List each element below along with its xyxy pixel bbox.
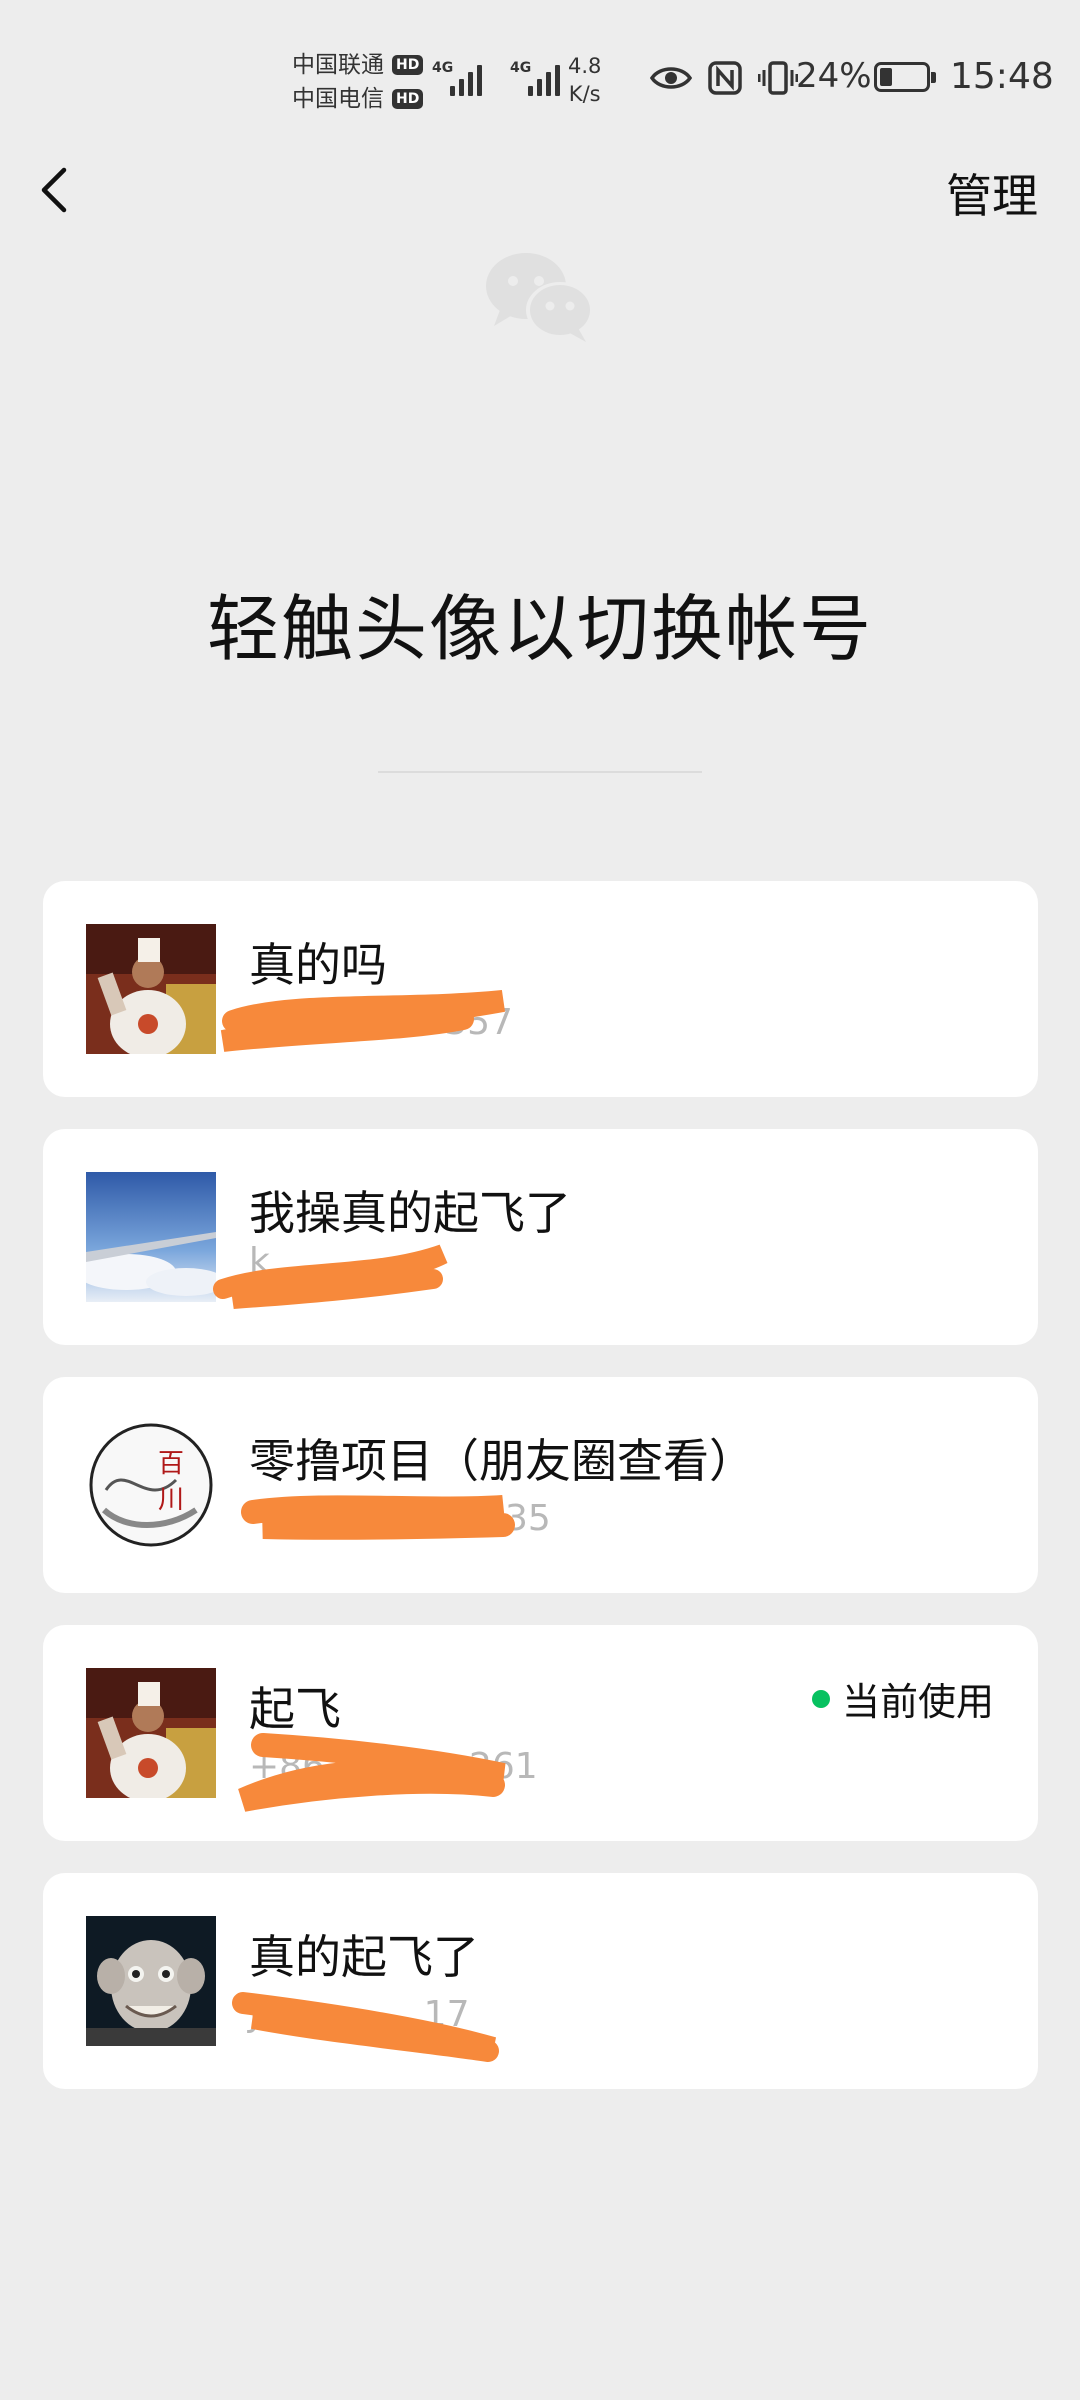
hd-badge: HD	[392, 89, 424, 109]
signal-icon: 4G	[432, 56, 492, 96]
network-speed: 4.8 K/s	[568, 52, 601, 108]
nav-bar: 管理	[0, 150, 1080, 230]
manage-button[interactable]: 管理	[946, 160, 1038, 226]
status-icons	[650, 60, 798, 96]
avatar[interactable]	[86, 1916, 216, 2046]
current-label: 当前使用	[841, 1680, 994, 1724]
vibrate-icon	[758, 61, 798, 95]
net-speed-unit: K/s	[568, 82, 601, 106]
account-card-current[interactable]: 起飞 +86 261 当前使用	[43, 1625, 1038, 1841]
active-dot-icon	[811, 1689, 830, 1708]
redaction-scribble	[232, 1992, 499, 2062]
signal-icon: 4G	[510, 56, 570, 96]
divider	[378, 771, 702, 773]
account-card[interactable]: 百 川 零撸项目（朋友圈查看） +86 35	[43, 1377, 1038, 1593]
avatar[interactable]: 百 川	[86, 1420, 216, 1550]
signal-indicators: 4G 4G	[432, 56, 570, 96]
battery-icon	[874, 62, 936, 92]
nfc-icon	[708, 61, 742, 95]
avatar[interactable]	[86, 1668, 216, 1798]
status-bar: 中国联通 HD 中国电信 HD 4G 4G 4.8 K/s 24% 15:48	[0, 0, 1080, 160]
redaction-scribble	[241, 1495, 515, 1540]
avatar[interactable]	[86, 924, 216, 1054]
carrier-1: 中国联通	[292, 52, 384, 78]
clock: 15:48	[950, 56, 1054, 97]
page-title: 轻触头像以切换帐号	[206, 587, 873, 671]
account-list: 真的吗 Q 7357 我操真的起飞了 k 百 川 零撸项目（朋友圈查看） +86…	[43, 881, 1038, 2121]
redaction-scribble	[238, 1733, 506, 1812]
redaction-scribble	[213, 1244, 448, 1309]
battery-percent: 24%	[796, 56, 872, 96]
carrier-2: 中国电信	[292, 86, 384, 112]
net-speed-value: 4.8	[568, 54, 602, 78]
chevron-left-icon	[41, 167, 67, 213]
hd-badge: HD	[392, 55, 424, 75]
redaction-scribble	[220, 990, 506, 1052]
current-account-indicator: 当前使用	[811, 1671, 994, 1726]
svg-text:川: 川	[158, 1485, 184, 1515]
wechat-logo-icon	[486, 253, 594, 342]
avatar[interactable]	[86, 1172, 216, 1302]
carrier-info: 中国联通 HD 中国电信 HD	[292, 48, 424, 116]
eye-comfort-icon	[650, 67, 692, 89]
back-button[interactable]	[30, 160, 80, 220]
account-card[interactable]: 真的吗 Q 7357	[43, 881, 1038, 1097]
account-card[interactable]: 我操真的起飞了 k	[43, 1129, 1038, 1345]
account-card[interactable]: 真的起飞了 JL 17	[43, 1873, 1038, 2089]
svg-text:百: 百	[158, 1449, 184, 1479]
